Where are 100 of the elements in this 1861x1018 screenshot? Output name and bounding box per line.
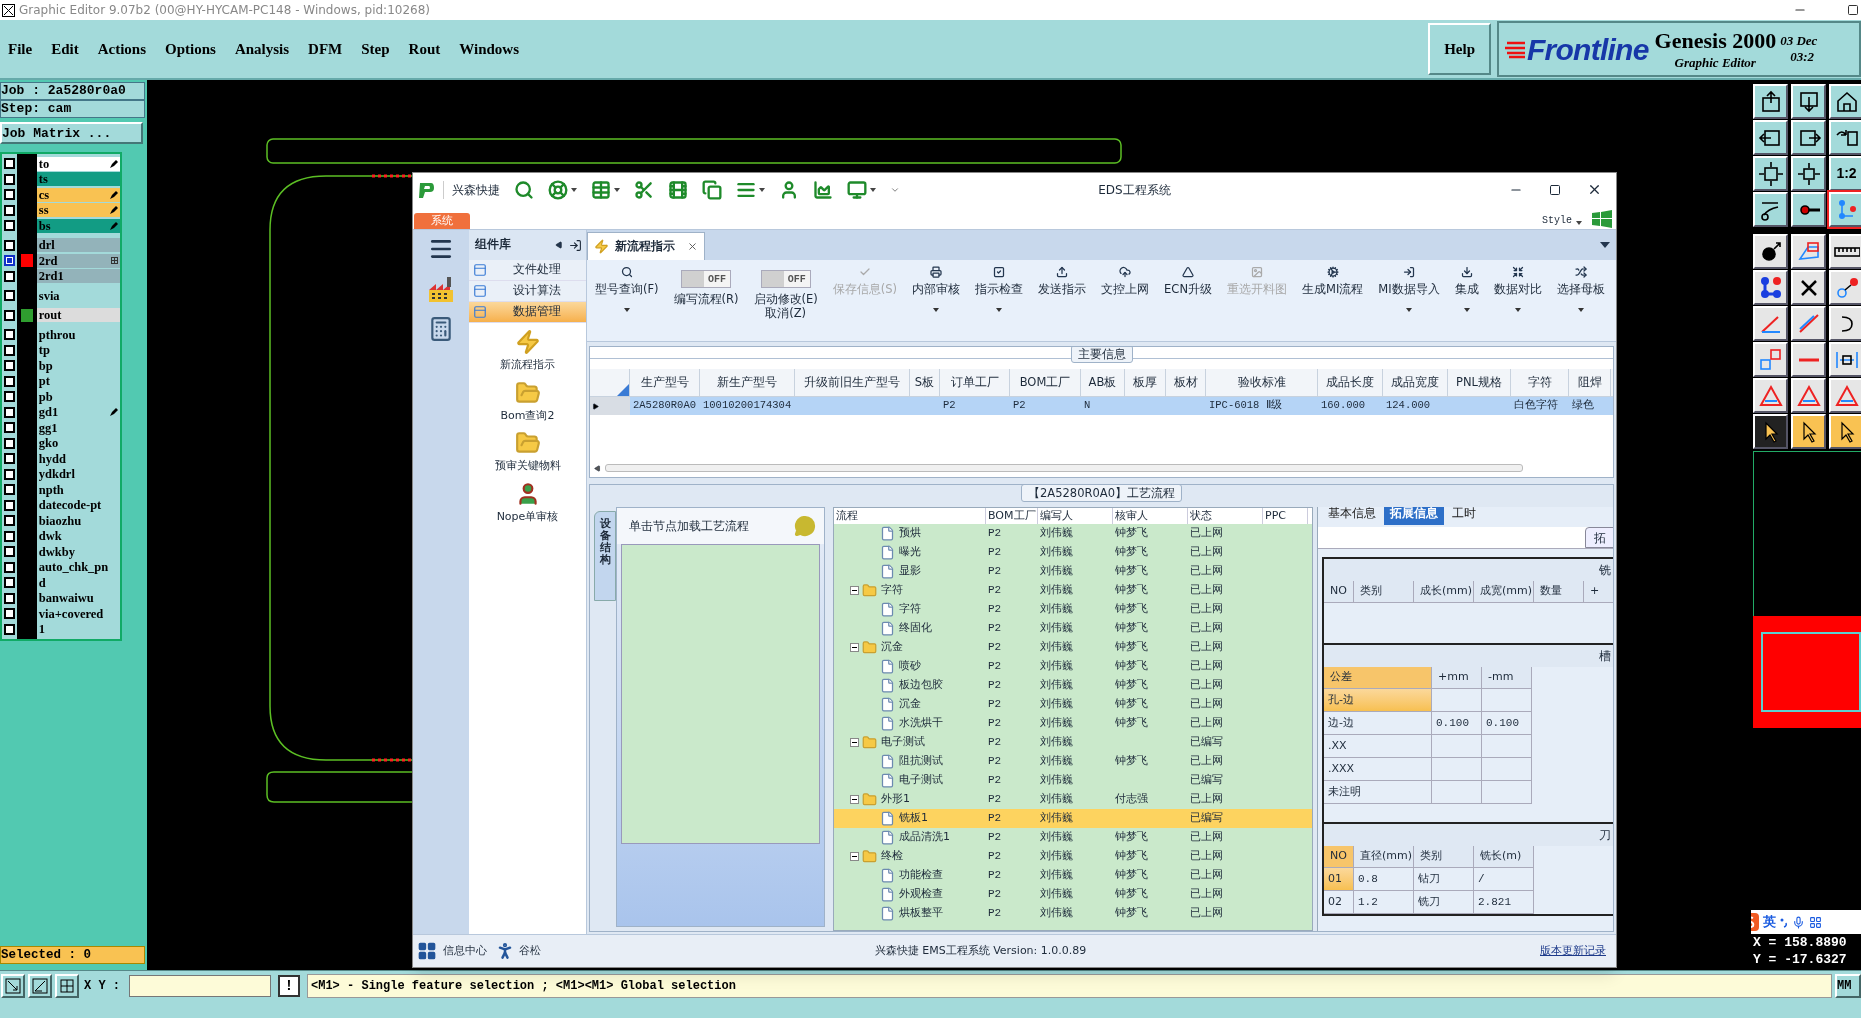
tree-node[interactable]: 喷砂 bbox=[834, 657, 986, 676]
tab[interactable]: 基本信息 bbox=[1322, 507, 1382, 525]
column-header[interactable]: 订单工厂 bbox=[940, 369, 1010, 396]
tool-button[interactable] bbox=[1791, 342, 1826, 377]
style-menu[interactable]: Style bbox=[1542, 213, 1572, 228]
caret-icon[interactable] bbox=[759, 187, 765, 192]
monitor-icon[interactable] bbox=[847, 179, 867, 200]
column-header[interactable]: AB板 bbox=[1081, 369, 1125, 396]
ribbon-button[interactable]: 型号查询(F) bbox=[595, 266, 659, 313]
copy-icon[interactable] bbox=[702, 179, 722, 200]
ribbon-button[interactable]: MI数据导入 bbox=[1378, 266, 1440, 313]
tree-node[interactable]: 沉金 bbox=[834, 638, 986, 657]
ribbon-button[interactable]: 集成 bbox=[1454, 266, 1479, 313]
column-header[interactable]: 生产型号 bbox=[630, 369, 700, 396]
ribbon-button[interactable]: 发送指示 bbox=[1038, 266, 1087, 299]
status-tool-button[interactable] bbox=[1, 973, 25, 998]
tool-item[interactable]: 预审关键物料 bbox=[494, 430, 561, 475]
layer-checkbox[interactable] bbox=[4, 220, 15, 232]
tool-button[interactable] bbox=[1753, 378, 1788, 413]
column-header[interactable]: 成品宽度 bbox=[1383, 369, 1448, 396]
tool-button[interactable] bbox=[1829, 192, 1861, 227]
ribbon-button[interactable]: ECN升级 bbox=[1164, 266, 1212, 299]
layer-checkbox[interactable] bbox=[4, 189, 15, 201]
collapse-icon[interactable] bbox=[850, 586, 859, 595]
tool-button[interactable] bbox=[1753, 84, 1788, 119]
tree-node[interactable]: 板边包胶 bbox=[834, 676, 986, 695]
collapse-left-icon[interactable] bbox=[555, 241, 563, 249]
scroll-left-icon[interactable] bbox=[594, 464, 601, 472]
layer-checkbox[interactable] bbox=[4, 255, 15, 267]
tool-button[interactable] bbox=[1791, 270, 1826, 305]
info-center-link[interactable]: 信息中心 bbox=[443, 942, 487, 960]
tool-button[interactable] bbox=[1753, 234, 1788, 269]
category-item[interactable]: 设计算法 bbox=[469, 281, 586, 302]
status-tool-button[interactable] bbox=[28, 973, 52, 998]
tool-button[interactable] bbox=[1791, 192, 1826, 227]
layer-checkbox[interactable] bbox=[4, 422, 15, 434]
help-button[interactable]: Help bbox=[1428, 23, 1491, 75]
category-item[interactable]: 数据管理 bbox=[469, 302, 586, 323]
menu-item[interactable]: Analysis bbox=[234, 37, 290, 61]
film-icon[interactable] bbox=[668, 179, 688, 200]
column-header[interactable]: S板 bbox=[910, 369, 940, 396]
layer-checkbox[interactable] bbox=[4, 158, 15, 170]
layer-checkbox[interactable] bbox=[4, 239, 15, 251]
ribbon-button[interactable]: 选择母板 bbox=[1556, 266, 1605, 313]
layer-checkbox[interactable] bbox=[4, 270, 15, 282]
tool-button[interactable] bbox=[1829, 378, 1861, 413]
user-icon[interactable] bbox=[779, 179, 799, 200]
tool-button[interactable] bbox=[1791, 156, 1826, 191]
alert-button[interactable]: ! bbox=[278, 974, 300, 997]
column-header[interactable]: 成宽(mm) bbox=[1474, 581, 1534, 603]
tool-button[interactable] bbox=[1829, 306, 1861, 341]
horizontal-scrollbar[interactable] bbox=[605, 464, 1523, 472]
factory-icon[interactable] bbox=[426, 274, 456, 304]
column-header[interactable]: 升级前旧生产型号 bbox=[795, 369, 910, 396]
column-header[interactable]: PNL规格 bbox=[1448, 369, 1511, 396]
status-tool-button[interactable] bbox=[55, 973, 79, 998]
tree-node[interactable]: 预烘 bbox=[834, 524, 986, 543]
layer-name[interactable]: 2rd1 bbox=[36, 269, 120, 284]
column-header[interactable]: NO bbox=[1324, 846, 1354, 868]
menu-item[interactable]: Actions bbox=[97, 37, 146, 61]
tree-node[interactable]: 外形1 bbox=[834, 790, 986, 809]
tree-node[interactable]: 显影 bbox=[834, 562, 986, 581]
ribbon-button[interactable]: 文控上网 bbox=[1101, 266, 1150, 299]
lifebuoy-icon[interactable] bbox=[548, 179, 568, 200]
table-row[interactable]: 2A5280R0A0 10010200174304 P2 P2 N IPC-6018 Ⅱ级 160.000 124.000 白色字符 绿色 bbox=[630, 397, 1613, 415]
pin-icon[interactable] bbox=[569, 238, 582, 252]
tree-node[interactable]: 电子测试 bbox=[834, 733, 986, 752]
column-header[interactable]: BOM工厂 bbox=[1010, 369, 1081, 396]
layer-checkbox[interactable] bbox=[4, 468, 15, 480]
collapse-icon[interactable] bbox=[850, 738, 859, 747]
tool-button[interactable] bbox=[1753, 270, 1788, 305]
tree-node[interactable]: 沉金 bbox=[834, 695, 986, 714]
tree-node[interactable]: 外观检查 bbox=[834, 885, 986, 904]
layer-checkbox[interactable] bbox=[4, 204, 15, 216]
column-header[interactable]: 数量 bbox=[1534, 581, 1584, 603]
layer-name[interactable]: cs bbox=[36, 187, 120, 202]
menu-item[interactable]: Options bbox=[165, 37, 216, 61]
column-header[interactable]: 铣长(m) bbox=[1474, 846, 1534, 868]
ribbon-button[interactable]: 数据对比 bbox=[1493, 266, 1542, 313]
column-header[interactable]: 类别 bbox=[1414, 846, 1474, 868]
layer-checkbox[interactable] bbox=[4, 608, 15, 620]
column-header[interactable]: 板厚 bbox=[1125, 369, 1166, 396]
layer-name[interactable]: ts bbox=[36, 172, 120, 187]
tree-node[interactable]: 终固化 bbox=[834, 619, 986, 638]
menu-item[interactable]: DFM bbox=[308, 37, 343, 61]
area-chart-icon[interactable] bbox=[813, 179, 833, 200]
layer-checkbox[interactable] bbox=[4, 344, 15, 356]
column-header[interactable]: NO bbox=[1324, 581, 1354, 603]
menu-item[interactable]: File bbox=[8, 37, 33, 61]
tool-item[interactable]: Bom查询2 bbox=[500, 379, 555, 424]
tiles-icon[interactable] bbox=[417, 941, 437, 961]
menu-item[interactable]: Windows bbox=[459, 37, 519, 61]
column-header[interactable]: 板材 bbox=[1166, 369, 1206, 396]
tool-button[interactable] bbox=[1829, 414, 1861, 449]
changelog-link[interactable]: 版本更新记录 bbox=[1540, 942, 1606, 960]
layer-checkbox[interactable] bbox=[4, 406, 15, 418]
collapse-icon[interactable] bbox=[850, 643, 859, 652]
tree-node[interactable]: 字符 bbox=[834, 600, 986, 619]
tool-button[interactable] bbox=[1753, 192, 1788, 227]
tool-button[interactable] bbox=[1753, 156, 1788, 191]
